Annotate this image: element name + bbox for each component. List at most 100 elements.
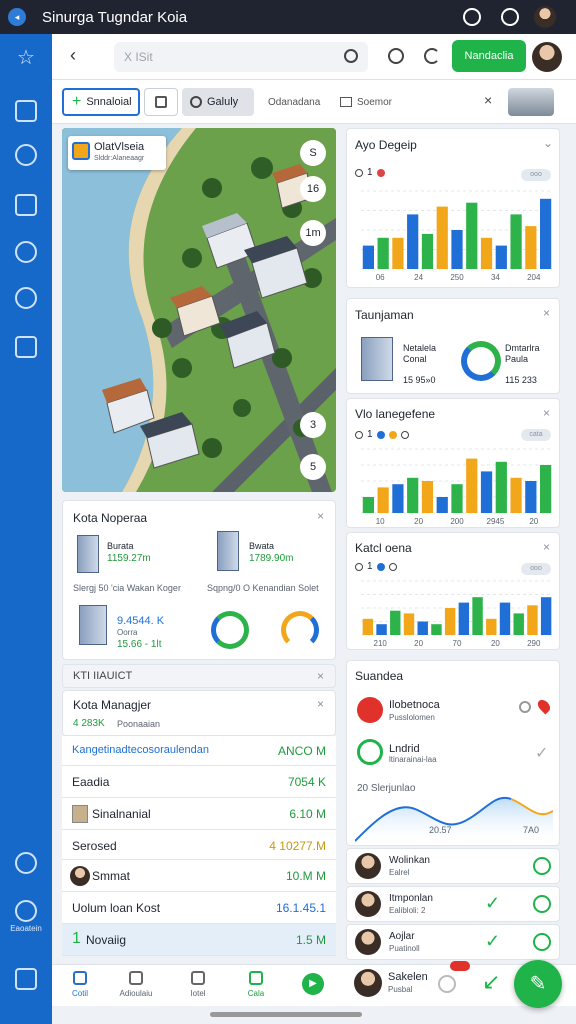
social-item1-sub: Pusslolomen <box>389 713 435 722</box>
car-thumbnail[interactable] <box>508 88 554 116</box>
search-icon[interactable] <box>501 8 519 26</box>
checkmark-icon[interactable]: ✓ <box>485 893 500 914</box>
clock-icon[interactable] <box>463 8 481 26</box>
close-icon[interactable]: × <box>317 669 324 683</box>
bar <box>495 245 507 269</box>
close-icon[interactable]: × <box>317 509 324 523</box>
user-avatar[interactable] <box>354 969 382 997</box>
search-input[interactable]: X ISit <box>114 42 368 72</box>
chevron-down-icon[interactable]: ⌄ <box>543 136 553 150</box>
list-subtitle-text: Poonaaian <box>117 719 161 729</box>
person-avatar <box>70 866 90 886</box>
summary-right-1: Dmtarlra <box>505 343 540 353</box>
row-value: ANCO M <box>278 744 326 758</box>
map-info-sub: Slddr:Alaneaagr <box>94 155 145 162</box>
timer-icon[interactable] <box>533 857 551 875</box>
legend-marker <box>355 562 363 571</box>
history-icon[interactable] <box>388 48 404 64</box>
refresh-icon[interactable] <box>424 48 440 64</box>
add-button[interactable]: + Snnaloial <box>62 88 140 116</box>
back-icon[interactable]: ‹ <box>70 45 76 66</box>
arrow-icon[interactable]: ↙ <box>482 969 500 995</box>
x-tick-label: 70 <box>453 639 462 648</box>
table-row[interactable]: Serosed 4 10277.M <box>62 830 336 860</box>
x-tick-label: 20 <box>491 639 500 648</box>
table-row[interactable]: Sinalnanial 6.10 M <box>62 798 336 830</box>
chart2-pill[interactable]: cata <box>521 429 551 441</box>
close-icon[interactable]: × <box>543 406 550 420</box>
zoom-badge[interactable]: 16 <box>300 176 326 202</box>
user-avatar[interactable] <box>534 6 556 28</box>
legend-marker <box>376 430 385 439</box>
map-info-title: OlatVlseia <box>94 141 145 153</box>
chart3-pill[interactable]: ooo <box>521 563 551 575</box>
nav-label: Adioulaiu <box>119 989 153 998</box>
person-row[interactable]: Wolinkan Ealrel <box>346 848 560 884</box>
timer-icon[interactable] <box>533 895 551 913</box>
zoom-badge[interactable]: 5 <box>300 454 326 480</box>
share-icon[interactable] <box>15 287 37 309</box>
map-info-card[interactable]: OlatVlseia Slddr:Alaneaagr <box>68 136 166 170</box>
link-1[interactable]: Odanadana <box>260 88 328 116</box>
primary-action-button[interactable]: Nandaclia <box>452 40 526 72</box>
timer-icon[interactable] <box>533 933 551 951</box>
edit-icon[interactable] <box>344 49 358 63</box>
close-icon[interactable]: × <box>543 306 550 320</box>
bottom-nav: Cotil Adioulaiu Iotel Cala ▶ Sakelen Pus… <box>52 961 576 1006</box>
gear-icon[interactable] <box>15 852 37 874</box>
close-icon[interactable]: × <box>317 697 324 711</box>
gear-icon[interactable] <box>519 701 531 713</box>
building-icon <box>361 337 393 381</box>
profile-icon[interactable] <box>15 900 37 922</box>
bar <box>362 245 374 269</box>
grid-icon <box>155 96 167 108</box>
x-tick-label: 06 <box>376 273 385 282</box>
person-row[interactable]: Aojlar Puatinoll ✓ <box>346 924 560 960</box>
home-icon[interactable] <box>15 968 37 990</box>
close-icon[interactable]: × <box>484 92 492 108</box>
play-icon[interactable]: ▶ <box>302 973 324 995</box>
puzzle-icon[interactable] <box>15 241 37 263</box>
table-row[interactable]: Smmat 10.M M <box>62 860 336 892</box>
chart2-title: Vlo lanegefene <box>355 407 436 421</box>
checkmark-icon[interactable]: ✓ <box>485 931 500 952</box>
table-row[interactable]: Uolum loan Kost 16.1.45.1 <box>62 892 336 924</box>
chart-icon <box>73 971 87 985</box>
chart1-pill[interactable]: ooo <box>521 169 551 181</box>
table-row-selected[interactable]: 1 Novaiig 1.5 M <box>62 924 336 956</box>
pin-icon[interactable] <box>535 697 553 715</box>
profile-avatar[interactable] <box>532 42 562 72</box>
spark-label-1: 20.57 <box>429 825 452 835</box>
compose-fab[interactable]: ✎ <box>514 960 562 1008</box>
nav-item-folder[interactable]: Cala <box>230 969 282 998</box>
chart3-title: Katcl oena <box>355 541 412 555</box>
person-sub: Puatinoll <box>389 944 420 953</box>
search-icon[interactable] <box>15 144 37 166</box>
close-icon[interactable]: × <box>543 540 550 554</box>
toggle-icon[interactable] <box>438 975 456 993</box>
table-row[interactable]: Kangetinadtecosoraulendan ANCO M <box>62 736 336 766</box>
social-title: Suandea <box>355 669 404 683</box>
city-map[interactable]: OlatVlseia Slddr:Alaneaagr S 16 1m 3 5 <box>62 128 336 492</box>
person-avatar <box>355 853 381 879</box>
bar <box>390 610 401 635</box>
link-2[interactable]: Soemor <box>332 88 400 116</box>
table-row[interactable]: Eaadia 7054 K <box>62 766 336 798</box>
zoom-badge[interactable]: S <box>300 140 326 166</box>
nav-item-home[interactable]: Cotil <box>54 969 106 998</box>
person-row[interactable]: Itmponlan Ealibloli: 2 ✓ <box>346 886 560 922</box>
wallet-icon[interactable] <box>15 336 37 358</box>
nav-item-activity[interactable]: Adioulaiu <box>110 969 162 998</box>
checkmark-icon[interactable]: ✓ <box>535 743 548 763</box>
nav-item-tools[interactable]: Iotel <box>172 969 224 998</box>
bar <box>486 618 497 635</box>
gallery-button[interactable]: Galuly <box>182 88 254 116</box>
zoom-badge[interactable]: 3 <box>300 412 326 438</box>
person-avatar <box>355 891 381 917</box>
zoom-badge[interactable]: 1m <box>300 220 326 246</box>
bar <box>436 206 448 269</box>
square-icon[interactable] <box>15 194 37 216</box>
grid-button[interactable] <box>144 88 178 116</box>
star-icon[interactable]: ☆ <box>15 48 37 70</box>
folder-icon[interactable] <box>15 100 37 122</box>
